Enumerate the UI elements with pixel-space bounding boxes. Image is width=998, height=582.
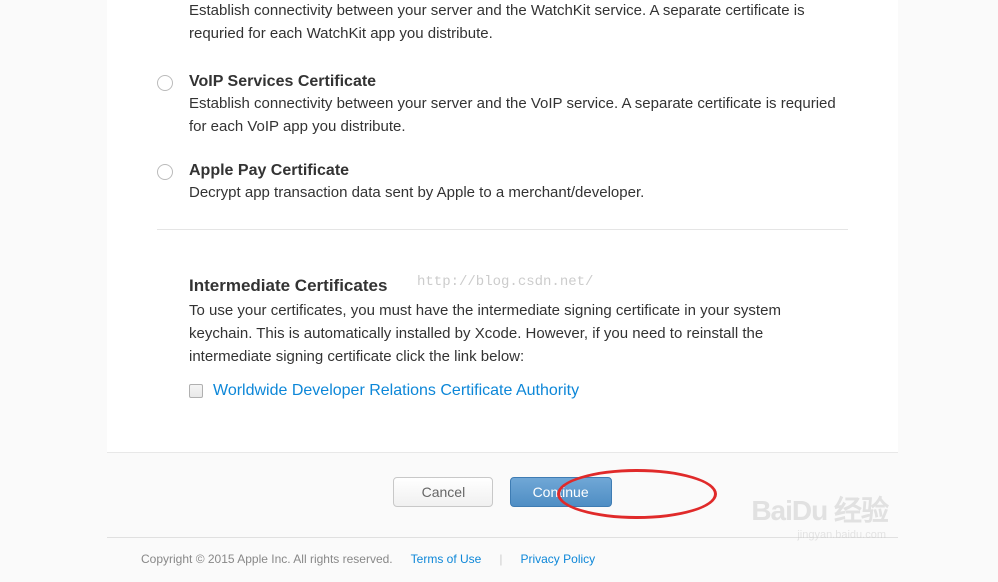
option-voip[interactable]: VoIP Services Certificate Establish conn… bbox=[157, 73, 848, 138]
option-title: VoIP Services Certificate bbox=[189, 73, 848, 91]
terms-of-use-link[interactable]: Terms of Use bbox=[411, 552, 482, 566]
copyright-text: Copyright © 2015 Apple Inc. All rights r… bbox=[141, 552, 393, 566]
radio-icon[interactable] bbox=[157, 75, 173, 91]
option-description: Establish connectivity between your serv… bbox=[189, 0, 848, 45]
cancel-button[interactable]: Cancel bbox=[393, 477, 493, 507]
continue-button[interactable]: Continue bbox=[510, 477, 612, 507]
radio-wrap bbox=[157, 162, 189, 184]
option-apple-pay[interactable]: Apple Pay Certificate Decrypt app transa… bbox=[157, 162, 848, 205]
button-bar: Cancel Continue BaiDu 经验 jingyan.baidu.c… bbox=[107, 452, 898, 537]
option-title: Apple Pay Certificate bbox=[189, 162, 848, 180]
footer: Copyright © 2015 Apple Inc. All rights r… bbox=[107, 537, 898, 576]
content-panel: Establish connectivity between your serv… bbox=[107, 0, 898, 452]
certificate-icon bbox=[189, 384, 203, 398]
intermediate-body: To use your certificates, you must have … bbox=[189, 299, 848, 369]
intermediate-heading: Intermediate Certificates bbox=[189, 276, 848, 296]
wwdr-certificate-link[interactable]: Worldwide Developer Relations Certificat… bbox=[213, 382, 579, 400]
radio-wrap bbox=[157, 73, 189, 95]
option-description: Establish connectivity between your serv… bbox=[189, 93, 848, 138]
privacy-policy-link[interactable]: Privacy Policy bbox=[520, 552, 595, 566]
section-divider bbox=[157, 229, 848, 230]
radio-icon[interactable] bbox=[157, 164, 173, 180]
option-description: Decrypt app transaction data sent by App… bbox=[189, 182, 848, 205]
option-body: Apple Pay Certificate Decrypt app transa… bbox=[189, 162, 848, 205]
baidu-watermark: BaiDu 经验 bbox=[751, 489, 888, 529]
footer-separator: | bbox=[499, 552, 502, 566]
page-container: Establish connectivity between your serv… bbox=[0, 0, 998, 576]
option-body: VoIP Services Certificate Establish conn… bbox=[189, 73, 848, 138]
cert-link-row: Worldwide Developer Relations Certificat… bbox=[189, 382, 848, 400]
